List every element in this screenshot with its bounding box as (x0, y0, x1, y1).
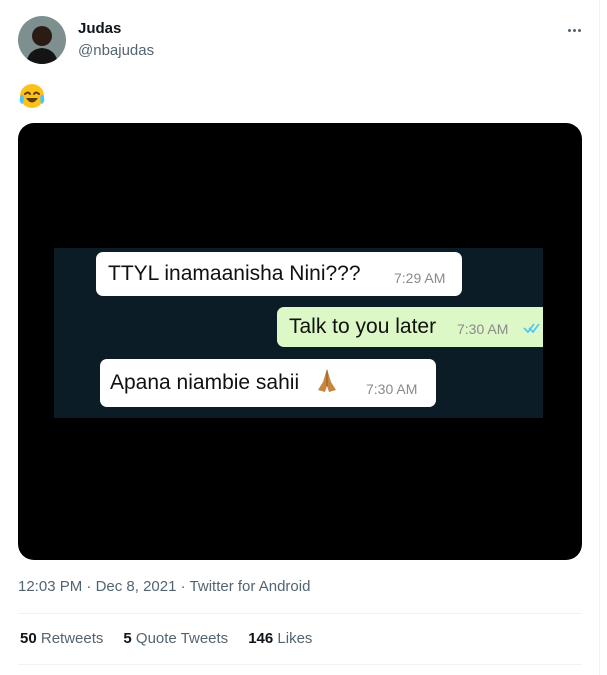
tweet-time[interactable]: 12:03 PM (18, 578, 82, 595)
more-icon[interactable] (562, 20, 586, 40)
message-bubble-incoming: Apana niambie sahii 7:30 AM (100, 359, 436, 407)
message-time: 7:30 AM (366, 381, 418, 397)
likes-count: 146 (248, 630, 274, 647)
retweets-stat[interactable]: 50 Retweets (20, 630, 103, 647)
avatar[interactable] (18, 16, 66, 64)
quote-tweets-label: Quote Tweets (135, 630, 229, 647)
tweet-stats: 50 Retweets 5 Quote Tweets 146 Likes (20, 630, 312, 647)
face-with-tears-of-joy-icon (18, 82, 46, 110)
message-text: Apana niambie sahii (110, 371, 300, 394)
retweets-count: 50 (20, 630, 37, 647)
message-text: Talk to you later (289, 315, 437, 338)
double-check-icon (523, 323, 540, 334)
tweet-date[interactable]: Dec 8, 2021 (96, 578, 177, 595)
tweet-source[interactable]: Twitter for Android (190, 578, 311, 595)
meta-separator: · (180, 578, 186, 595)
message-bubble-incoming: TTYL inamaanisha Nini??? 7:29 AM (96, 252, 462, 296)
media-image[interactable]: TTYL inamaanisha Nini??? 7:29 AM Talk to… (18, 123, 582, 560)
chat-screenshot: TTYL inamaanisha Nini??? 7:29 AM Talk to… (54, 248, 543, 418)
retweets-label: Retweets (40, 630, 104, 647)
likes-stat[interactable]: 146 Likes (248, 630, 312, 647)
message-bubble-outgoing: Talk to you later 7:30 AM (277, 307, 543, 347)
tweet: Judas @nbajudas TTYL inamaanisha Nini???… (0, 0, 600, 675)
divider (18, 613, 582, 614)
meta-separator: · (86, 578, 92, 595)
message-text: TTYL inamaanisha Nini??? (108, 262, 361, 285)
message-time: 7:30 AM (457, 321, 509, 337)
likes-label: Likes (277, 630, 313, 647)
author-name[interactable]: Judas (78, 20, 121, 37)
tweet-metadata: 12:03 PM · Dec 8, 2021 · Twitter for And… (18, 578, 310, 595)
avatar-image (18, 16, 66, 64)
quote-tweets-stat[interactable]: 5 Quote Tweets (123, 630, 228, 647)
folded-hands-emoji-icon (318, 369, 336, 392)
author-handle[interactable]: @nbajudas (78, 42, 154, 59)
message-time: 7:29 AM (394, 270, 446, 286)
quote-tweets-count: 5 (123, 630, 132, 647)
divider (18, 664, 582, 665)
